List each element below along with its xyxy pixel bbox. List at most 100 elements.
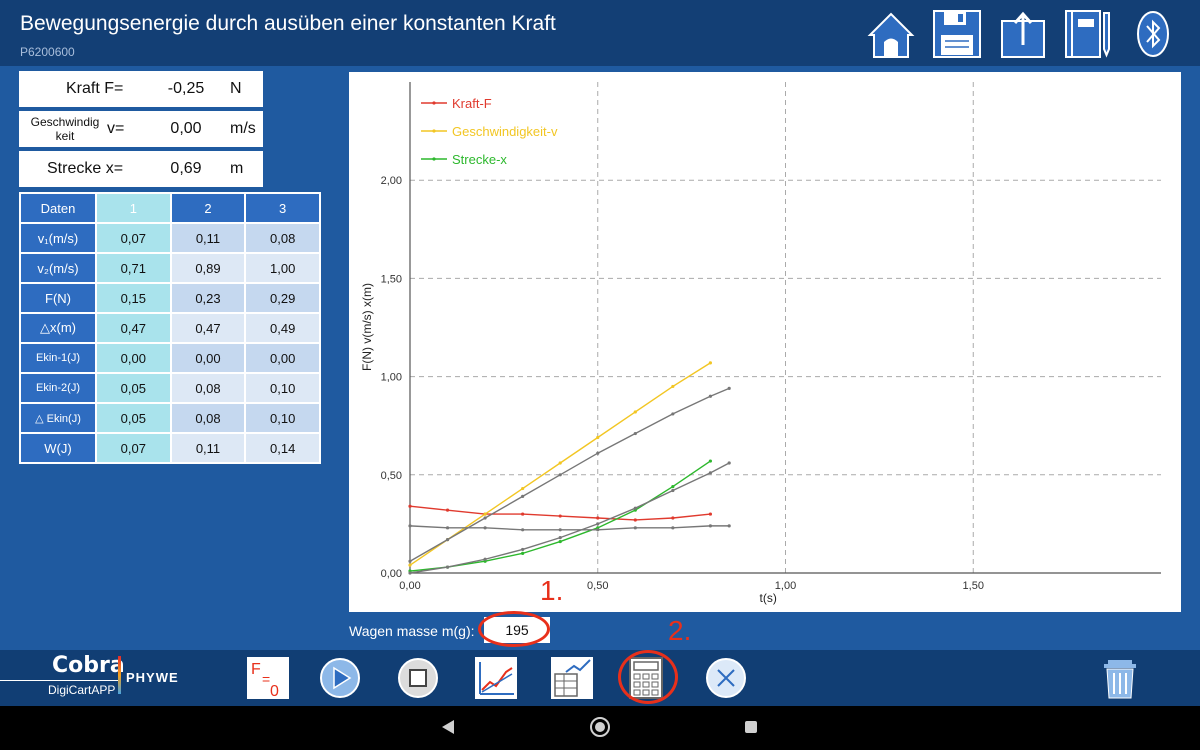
table-cell: 0,08 [171,404,245,432]
export-button[interactable] [998,9,1048,59]
distance-label: Strecke x= [47,160,124,177]
data-point [521,547,525,552]
back-triangle-icon [442,720,454,734]
close-icon [706,658,746,698]
legend-entry: Geschwindigkeit-v [452,124,558,139]
data-point [445,538,450,542]
data-point [671,484,675,489]
table-cell: 0,00 [97,344,170,372]
table-cell: 0,11 [171,224,245,252]
y-tick-label: 0,50 [381,470,402,482]
table-header-col-3[interactable]: 3 [246,194,319,222]
recents-square-icon [745,721,757,733]
distance-unit: m [230,160,244,177]
row-label: v₁(m/s) [21,224,95,252]
legend-entry: Kraft-F [452,96,492,111]
save-button[interactable] [932,9,982,59]
table-cell: 0,14 [246,434,319,462]
legend-marker [432,157,436,161]
annotation-ring-calculator [618,650,678,704]
table-cell: 0,07 [97,434,170,462]
table-cell: 0,08 [246,224,319,252]
data-point [483,557,487,561]
zero-force-button[interactable]: F = 0 [246,656,290,700]
table-cell: 0,89 [171,254,245,282]
notebook-icon [1065,10,1110,58]
x-tick-label: 0,00 [399,580,420,592]
series-line [409,505,711,521]
x-tick-label: 1,00 [775,580,796,592]
cancel-button[interactable] [704,656,748,700]
data-point [445,526,450,530]
table-graph-button[interactable] [550,656,594,700]
home-icon [867,12,915,58]
chart[interactable]: 0,00 0,50 1,00 1,50 0,00 0,50 1,00 1,50 2,00 t(s)… [349,72,1181,612]
notebook-button[interactable] [1062,9,1112,59]
data-point [596,435,600,440]
force-zero-icon: F = 0 [247,657,289,700]
logo-color-bar [118,656,121,694]
data-point [633,410,637,414]
logo-digicart: DigiCartAPP [48,683,116,697]
delete-button[interactable] [1098,656,1142,700]
start-button[interactable] [318,656,362,700]
table-cell: 0,71 [97,254,170,282]
table-cell: 0,10 [246,374,319,402]
logo-phywe: PHYWE [126,670,179,685]
nav-back-button[interactable] [440,719,456,740]
table-cell: 0,23 [171,284,245,312]
bluetooth-button[interactable] [1128,9,1178,59]
data-point [633,518,637,522]
row-label: v₂(m/s) [21,254,95,282]
app-header: Bewegungsenergie durch ausüben einer kon… [0,0,1200,66]
distance-readout: Strecke x= 0,69 m [19,151,263,187]
data-point [596,522,600,526]
y-tick-label: 0,00 [381,568,402,580]
data-point [521,512,525,516]
force-value: -0,25 [150,74,222,104]
mass-label: Wagen masse m(g): [349,623,475,639]
data-point [558,473,562,477]
svg-text:0: 0 [270,683,279,700]
graph-button[interactable] [474,656,518,700]
velocity-readout: Geschwindigkeit v= 0,00 m/s [19,111,263,147]
table-row: v₁(m/s) 0,07 0,11 0,08 [21,224,319,252]
x-tick-label: 0,50 [587,580,608,592]
table-header-daten: Daten [21,194,95,222]
row-label: F(N) [21,284,95,312]
nav-home-button[interactable] [589,716,611,743]
page-title: Bewegungsenergie durch ausüben einer kon… [20,12,556,35]
data-point [596,451,600,455]
data-point [558,539,562,544]
table-header-col-2[interactable]: 2 [171,194,245,222]
table-cell: 0,05 [97,404,170,432]
stop-button[interactable] [396,656,440,700]
row-label: Ekin-2(J) [21,374,95,402]
table-cell: 0,07 [97,224,170,252]
data-point [708,394,712,398]
data-point [708,524,712,528]
legend-marker [432,101,436,105]
data-point [708,471,712,475]
play-icon [320,658,360,698]
legend-marker [432,129,436,133]
nav-recents-button[interactable] [744,720,758,739]
bottom-toolbar [0,650,1200,706]
row-label: △ Ekin(J) [21,404,95,432]
data-point [483,526,487,530]
row-label: W(J) [21,434,95,462]
home-button[interactable] [866,9,916,59]
series-line [409,525,730,531]
home-circle-icon [590,717,610,737]
table-cell: 0,29 [246,284,319,312]
table-cell: 0,08 [171,374,245,402]
data-point [727,524,731,528]
upload-icon [1001,11,1045,58]
table-cell: 0,05 [97,374,170,402]
data-point [483,516,487,520]
data-point [596,528,600,532]
table-header-col-1[interactable]: 1 [97,194,170,222]
velocity-value: 0,00 [150,114,222,144]
y-tick-label: 1,50 [381,273,402,285]
table-cell: 0,15 [97,284,170,312]
